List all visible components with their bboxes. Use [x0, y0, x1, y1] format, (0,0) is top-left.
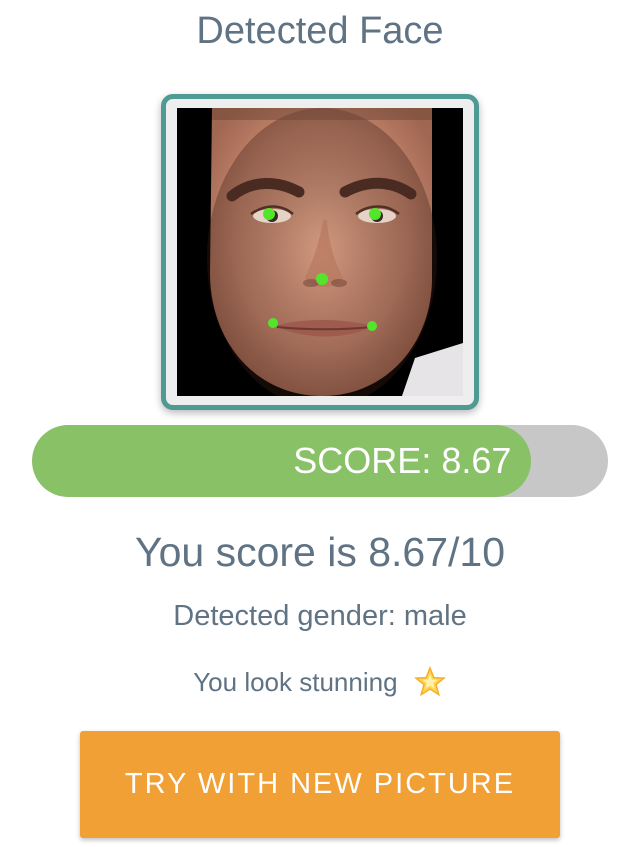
compliment-text: You look stunning: [193, 667, 398, 697]
try-new-picture-button[interactable]: TRY WITH NEW PICTURE: [80, 731, 560, 838]
score-result-text: You score is 8.67/10: [134, 529, 506, 575]
landmark-right-eye: [369, 208, 381, 220]
score-progress-label: SCORE: 8.67: [293, 440, 512, 481]
landmark-mouth-left: [268, 318, 278, 328]
compliment-row: You look stunning: [0, 664, 640, 700]
score-progress-bar: SCORE: 8.67: [32, 425, 608, 497]
landmark-nose: [316, 273, 328, 285]
landmark-mouth-right: [367, 321, 377, 331]
detected-face-frame: [161, 94, 479, 410]
glowing-star-icon: [413, 665, 446, 697]
page-title: Detected Face: [196, 10, 444, 52]
detected-gender-text: Detected gender: male: [173, 600, 467, 632]
score-progress-fill: SCORE: 8.67: [32, 425, 532, 497]
detected-face-image: [177, 108, 463, 396]
landmark-left-eye: [263, 208, 275, 220]
